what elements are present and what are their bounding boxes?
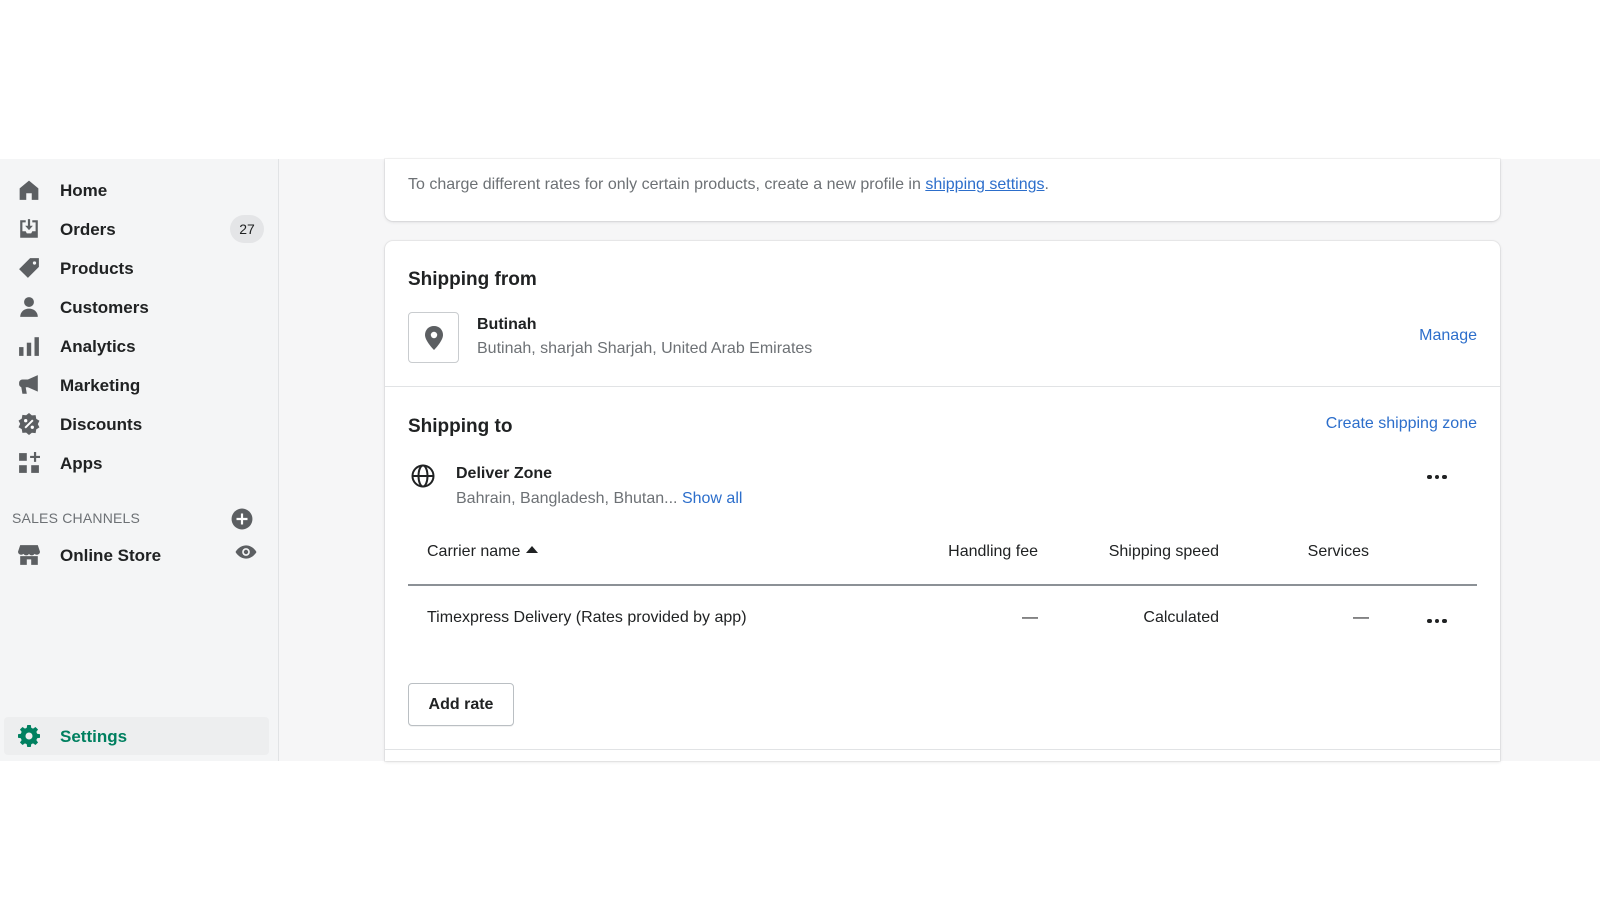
sidebar-item-marketing[interactable]: Marketing — [4, 366, 269, 404]
zone-name: Deliver Zone — [456, 465, 553, 482]
location-pin-icon — [424, 325, 443, 350]
shipping-speed-header: Shipping speed — [1108, 543, 1219, 560]
zone-countries-text: Bahrain, Bangladesh, Bhutan... — [456, 490, 678, 507]
megaphone-icon — [18, 374, 40, 396]
manage-link[interactable]: Manage — [1419, 327, 1477, 345]
location-name: Butinah — [477, 316, 537, 333]
show-all-link[interactable]: Show all — [682, 490, 742, 507]
note-text: To charge different rates for only certa… — [408, 176, 926, 193]
table-header-rule — [408, 584, 1477, 586]
sales-channels-heading: SALES CHANNELS — [12, 510, 141, 526]
sidebar-item-online-store[interactable]: Online Store — [4, 536, 269, 574]
shipping-settings-link[interactable]: shipping settings — [925, 176, 1044, 193]
sidebar-item-label: Home — [60, 181, 108, 200]
note-end: . — [1044, 176, 1049, 193]
shipping-from-heading: Shipping from — [408, 269, 537, 290]
home-icon — [18, 179, 40, 201]
profile-info-card: To charge different rates for only certa… — [385, 159, 1500, 221]
shipping-card: Shipping from Butinah Butinah, sharjah S… — [385, 241, 1500, 761]
sidebar-item-label: Settings — [60, 727, 128, 746]
sidebar-item-label: Apps — [60, 454, 103, 473]
orders-icon — [18, 218, 40, 240]
sidebar-item-discounts[interactable]: Discounts — [4, 405, 269, 443]
section-divider — [385, 749, 1500, 750]
person-icon — [18, 296, 40, 318]
sidebar-item-label: Orders — [60, 220, 116, 239]
shipping-speed-cell: Calculated — [1143, 609, 1219, 626]
sidebar-item-home[interactable]: Home — [4, 171, 269, 209]
sidebar-item-apps[interactable]: Apps — [4, 444, 269, 482]
sidebar-item-label: Customers — [60, 298, 149, 317]
sidebar: Home Orders 27 Products Customers Analyt… — [0, 159, 279, 761]
sidebar-item-analytics[interactable]: Analytics — [4, 327, 269, 365]
add-rate-button[interactable]: Add rate — [408, 683, 514, 726]
gear-icon — [18, 725, 40, 747]
rate-more-actions-icon[interactable] — [1423, 611, 1451, 631]
shipping-to-heading: Shipping to — [408, 416, 513, 437]
globe-icon — [411, 464, 435, 488]
store-icon — [18, 544, 40, 566]
sort-ascending-icon — [526, 546, 539, 554]
sidebar-item-label: Discounts — [60, 415, 143, 434]
zone-countries: Bahrain, Bangladesh, Bhutan... Show all — [456, 490, 742, 508]
app-shell: Home Orders 27 Products Customers Analyt… — [0, 159, 1600, 761]
sidebar-item-orders[interactable]: Orders 27 — [4, 210, 269, 248]
section-divider — [385, 386, 1500, 387]
carrier-name-header[interactable]: Carrier name — [427, 543, 539, 561]
sidebar-item-label: Marketing — [60, 376, 141, 395]
sidebar-item-products[interactable]: Products — [4, 249, 269, 287]
sidebar-item-label: Online Store — [60, 546, 162, 565]
discount-icon — [18, 413, 40, 435]
handling-fee-cell: — — [1022, 609, 1038, 626]
services-header: Services — [1307, 543, 1369, 560]
carrier-name-cell: Timexpress Delivery (Rates provided by a… — [427, 609, 747, 626]
location-address: Butinah, sharjah Sharjah, United Arab Em… — [477, 340, 813, 357]
add-sales-channel-icon[interactable] — [231, 508, 253, 530]
apps-icon — [18, 452, 40, 474]
handling-fee-header: Handling fee — [948, 543, 1038, 560]
create-shipping-zone-link[interactable]: Create shipping zone — [1326, 415, 1477, 433]
tag-icon — [18, 257, 40, 279]
services-cell: — — [1353, 609, 1369, 626]
orders-count-badge: 27 — [230, 215, 264, 243]
zone-more-actions-icon[interactable] — [1423, 467, 1451, 487]
bar-chart-icon — [18, 335, 40, 357]
sidebar-item-label: Analytics — [60, 337, 136, 356]
sidebar-item-customers[interactable]: Customers — [4, 288, 269, 326]
header-label: Carrier name — [427, 543, 521, 560]
location-pin-box — [408, 312, 459, 363]
sidebar-item-label: Products — [60, 259, 134, 278]
eye-icon[interactable] — [235, 541, 257, 563]
profile-note: To charge different rates for only certa… — [408, 176, 1049, 194]
sidebar-item-settings[interactable]: Settings — [4, 717, 269, 755]
